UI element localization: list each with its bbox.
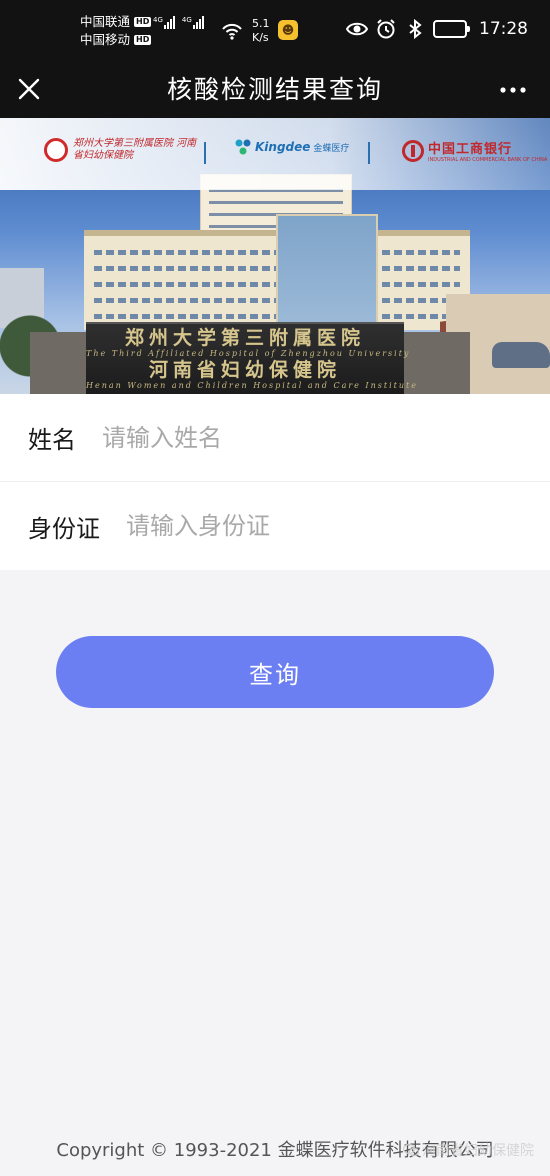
page-title: 核酸检测结果查询	[166, 75, 383, 104]
icbc-logo: 中国工商银行 INDUSTRIAL AND COMMERCIAL BANK OF…	[402, 138, 547, 163]
status-bar: 中国联通 HD 中国移动 HD 4G 4G 5.1 K/s ☻ 69 17:28	[0, 0, 550, 62]
battery-level: 69	[442, 22, 458, 35]
hd-badge: HD	[134, 35, 152, 45]
signal-bar	[163, 25, 166, 29]
query-form: 姓名 身份证	[0, 394, 550, 570]
logo-divider	[368, 142, 370, 164]
clock: 17:28	[479, 19, 528, 39]
signal-bar	[172, 16, 175, 29]
signal-bar	[198, 19, 201, 29]
icbc-name-en: INDUSTRIAL AND COMMERCIAL BANK OF CHINA	[428, 157, 548, 163]
hospital-logo-text: 郑州大学第三附属医院 河南省妇幼保健院	[73, 138, 197, 161]
speed-value: 5.1	[252, 17, 270, 30]
logo-divider	[204, 142, 206, 164]
name-row: 姓名	[0, 394, 550, 482]
signal-bar	[192, 25, 195, 29]
stone-name-en-1: The Third Affiliated Hospital of Zhengzh…	[86, 349, 411, 358]
wechat-icon	[403, 1143, 419, 1157]
hospital-emblem-icon	[44, 138, 68, 162]
speed-unit: K/s	[252, 31, 269, 44]
kingdee-cn: 金蝶医疗	[313, 143, 350, 154]
more-icon[interactable]	[498, 78, 528, 102]
watermark-text: 河南省妇幼保健院	[422, 1143, 534, 1159]
network-type-1: 4G	[153, 16, 163, 24]
window-row	[209, 201, 343, 204]
gate-pillar	[30, 332, 86, 394]
query-button[interactable]: 查询	[56, 636, 494, 708]
app-notification-icon: ☻	[278, 20, 298, 40]
kingdee-icon	[235, 139, 251, 155]
signal-bar	[201, 16, 204, 29]
wifi-hotspot-icon	[222, 23, 242, 40]
carrier-info: 中国联通 HD 中国移动 HD	[80, 13, 152, 49]
signal-bar	[169, 19, 172, 29]
watermark: 河南省妇幼保健院	[403, 1140, 534, 1160]
hospital-logo: 郑州大学第三附属医院 河南省妇幼保健院	[44, 138, 203, 162]
icbc-name-cn: 中国工商银行	[428, 142, 513, 157]
bluetooth-icon	[409, 18, 422, 40]
signal-group-2: 4G	[182, 16, 205, 29]
stone-name-en-2: Henan Women and Children Hospital and Ca…	[86, 381, 418, 390]
system-icons: 69 17:28	[346, 18, 528, 40]
signal-bar	[166, 22, 169, 29]
parked-car	[492, 342, 550, 368]
hd-badge: HD	[134, 17, 152, 27]
battery-icon: 69	[433, 20, 470, 38]
partner-logos: 郑州大学第三附属医院 河南省妇幼保健院 Kingdee 金蝶医疗 中国工商银行 …	[0, 118, 550, 190]
carrier-1-label: 中国联通	[80, 14, 131, 29]
hospital-banner: 郑州大学第三附属医院 The Third Affiliated Hospital…	[0, 118, 550, 394]
eye-icon	[346, 22, 368, 36]
signal-group-1: 4G	[153, 16, 176, 29]
carrier-row-1: 中国联通 HD	[80, 13, 152, 31]
signal-icon: 4G 4G	[153, 16, 211, 29]
id-number-input[interactable]	[126, 512, 466, 540]
stone-name-cn-2: 河南省妇幼保健院	[148, 359, 341, 381]
alarm-icon	[377, 19, 395, 39]
kingdee-logo: Kingdee 金蝶医疗	[234, 138, 349, 156]
name-input[interactable]	[102, 423, 442, 452]
network-speed: 5.1 K/s	[252, 17, 270, 45]
icbc-name: 中国工商银行 INDUSTRIAL AND COMMERCIAL BANK OF…	[428, 138, 547, 163]
building-glass-facade	[276, 214, 378, 330]
carrier-row-2: 中国移动 HD	[80, 31, 152, 49]
nav-bar: 核酸检测结果查询	[0, 62, 550, 118]
network-type-2: 4G	[181, 16, 192, 24]
name-label: 姓名	[28, 426, 76, 454]
stone-name-cn-1: 郑州大学第三附属医院	[124, 327, 365, 349]
hospital-name-stone: 郑州大学第三附属医院 The Third Affiliated Hospital…	[86, 322, 418, 394]
id-row: 身份证	[0, 482, 550, 570]
signal-bar	[195, 22, 198, 29]
icbc-emblem-icon	[402, 139, 424, 162]
kingdee-brand: Kingdee	[255, 140, 311, 154]
id-label: 身份证	[28, 514, 100, 543]
carrier-2-label: 中国移动	[80, 32, 131, 47]
